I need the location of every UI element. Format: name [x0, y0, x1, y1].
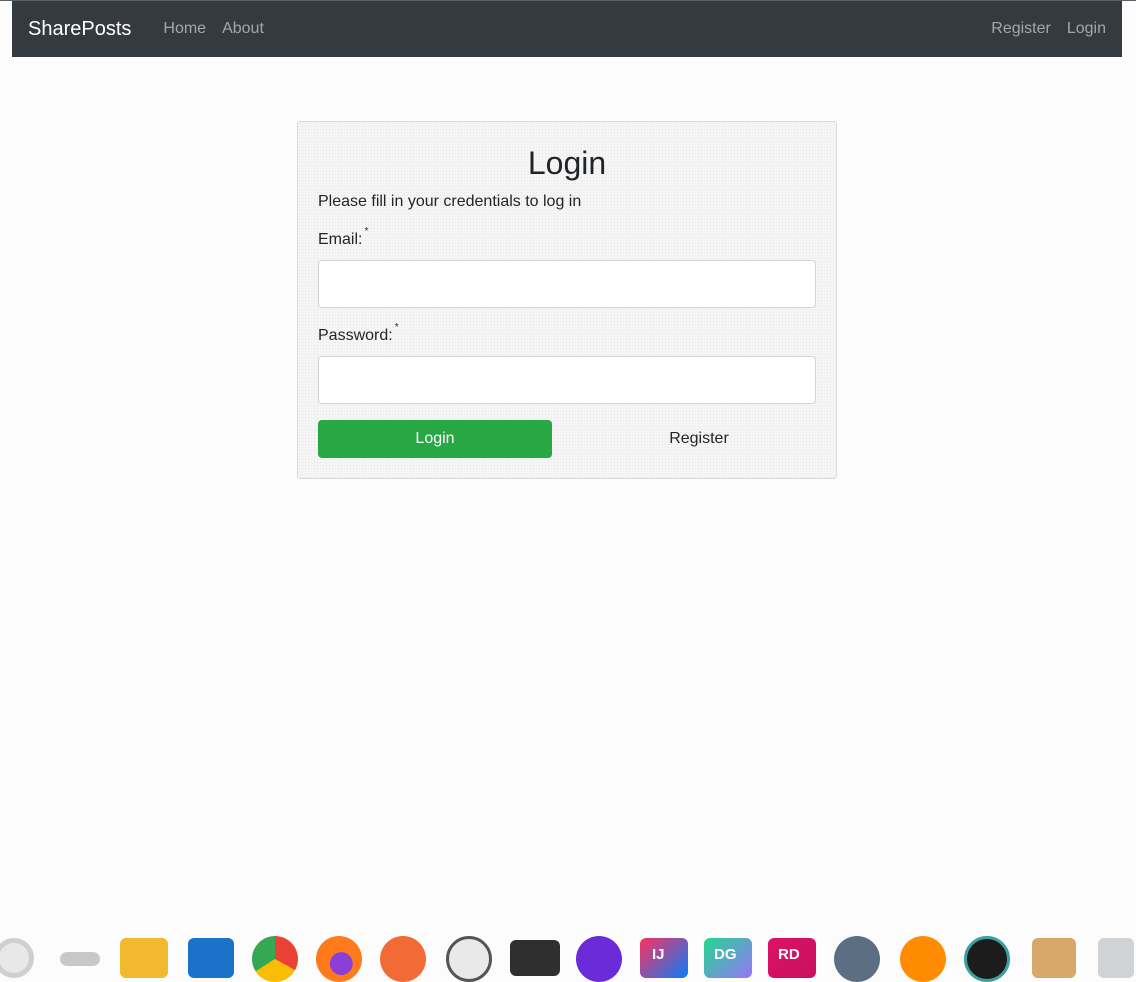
dots-icon[interactable] — [60, 952, 100, 966]
nav-link-about[interactable]: About — [214, 21, 272, 37]
password-label-text: Password: — [318, 327, 393, 344]
rider-icon-label: RD — [778, 946, 800, 963]
email-input[interactable] — [318, 260, 816, 308]
navbar-right-links: Register Login — [983, 21, 1114, 37]
navbar-brand[interactable]: SharePosts — [28, 19, 131, 39]
vlc-icon[interactable] — [900, 936, 946, 982]
nav-link-login[interactable]: Login — [1059, 21, 1114, 37]
paint-icon[interactable] — [380, 936, 426, 982]
nav-link-home[interactable]: Home — [155, 21, 214, 37]
folder-icon[interactable] — [120, 938, 168, 978]
password-input[interactable] — [318, 356, 816, 404]
navbar: SharePosts Home About Register Login — [12, 1, 1122, 57]
login-card: Login Please fill in your credentials to… — [297, 121, 837, 479]
taskbar-dock: IJ DG RD — [0, 930, 1136, 982]
trash-icon[interactable] — [1098, 938, 1134, 978]
password-required-mark: * — [394, 322, 399, 333]
email-required-mark: * — [364, 226, 369, 237]
vector-editor-icon[interactable] — [446, 936, 492, 982]
nav-link-register[interactable]: Register — [983, 21, 1059, 37]
settings-gear-icon[interactable] — [834, 936, 880, 982]
archive-icon[interactable] — [1032, 938, 1076, 978]
email-label: Email: * — [318, 226, 368, 249]
register-link[interactable]: Register — [582, 420, 816, 458]
visual-studio-icon[interactable] — [576, 936, 622, 982]
mail-icon[interactable] — [188, 938, 234, 978]
firefox-icon[interactable] — [316, 936, 362, 982]
debian-swirl-icon[interactable] — [0, 938, 34, 978]
datagrip-icon-label: DG — [714, 946, 737, 963]
intellij-icon-label: IJ — [652, 946, 665, 963]
login-button[interactable]: Login — [318, 420, 552, 458]
chrome-icon[interactable] — [252, 936, 298, 982]
email-label-text: Email: — [318, 231, 363, 248]
login-title: Login — [527, 145, 607, 181]
camera-icon[interactable] — [964, 936, 1010, 982]
password-label: Password: * — [318, 322, 399, 345]
login-subtitle: Please fill in your credentials to log i… — [318, 193, 582, 210]
navbar-left-links: Home About — [155, 21, 272, 37]
terminal-icon[interactable] — [510, 940, 560, 976]
